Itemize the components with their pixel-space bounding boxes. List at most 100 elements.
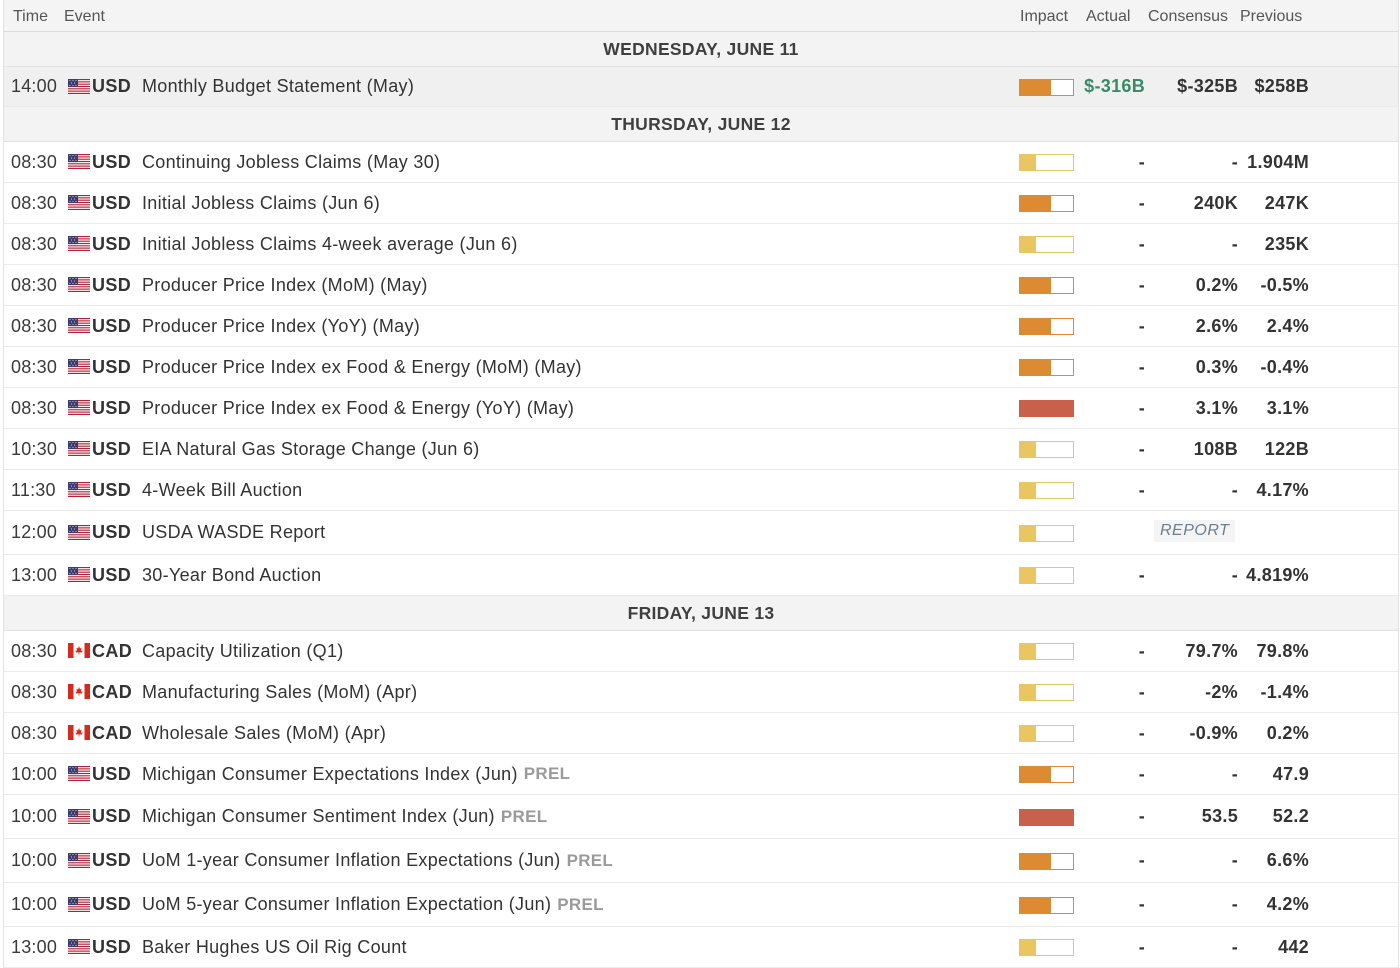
us-flag-icon	[68, 482, 90, 497]
event-name-cell[interactable]: Continuing Jobless Claims (May 30)	[142, 142, 440, 182]
header-actual[interactable]: Actual	[1086, 8, 1130, 26]
event-name-cell[interactable]: UoM 5-year Consumer Inflation Expectatio…	[142, 883, 604, 926]
event-name[interactable]: Baker Hughes US Oil Rig Count	[142, 937, 407, 958]
event-name[interactable]: 4-Week Bill Auction	[142, 480, 302, 501]
actual-value: -	[1138, 564, 1145, 585]
consensus-value: $-325B	[1177, 76, 1238, 96]
event-currency: USD	[92, 936, 132, 957]
event-name-cell[interactable]: EIA Natural Gas Storage Change (Jun 6)	[142, 429, 480, 469]
consensus-value: -	[1231, 936, 1238, 957]
event-row[interactable]: 08:30 USD Initial Jobless Claims (Jun 6) - 2…	[4, 183, 1398, 224]
event-name-cell[interactable]: Producer Price Index ex Food & Energy (Y…	[142, 388, 574, 428]
event-time: 08:30	[11, 315, 58, 336]
event-row[interactable]: 10:00 USD Michigan Consumer Sentiment Inde…	[4, 795, 1398, 839]
event-name-cell[interactable]: Producer Price Index (YoY) (May)	[142, 306, 420, 346]
header-consensus[interactable]: Consensus	[1148, 8, 1228, 26]
actual-value: -	[1138, 438, 1145, 459]
event-row[interactable]: 14:00 USD Monthly Budget Statement (May) $-…	[4, 67, 1398, 107]
event-time: 10:00	[11, 894, 58, 914]
report-link[interactable]: REPORT	[1154, 520, 1236, 542]
event-name-cell[interactable]: Capacity Utilization (Q1)	[142, 631, 344, 671]
event-name[interactable]: 30-Year Bond Auction	[142, 565, 321, 586]
event-currency: CAD	[92, 681, 133, 702]
event-name[interactable]: Michigan Consumer Expectations Index (Ju…	[142, 764, 518, 785]
event-row[interactable]: 08:30 CAD Wholesale Sales (MoM) (Apr) - -0.9…	[4, 713, 1398, 754]
us-flag-icon	[68, 359, 90, 374]
us-flag-icon	[68, 195, 90, 210]
consensus-value: -0.9%	[1189, 722, 1238, 743]
header-impact[interactable]: Impact	[1020, 8, 1068, 26]
event-row[interactable]: 08:30 USD Producer Price Index (YoY) (May)…	[4, 306, 1398, 347]
previous-value: 3.1%	[1266, 397, 1309, 418]
event-row[interactable]: 08:30 USD Producer Price Index ex Food & E…	[4, 388, 1398, 429]
event-name-cell[interactable]: Wholesale Sales (MoM) (Apr)	[142, 713, 386, 753]
event-name[interactable]: Initial Jobless Claims (Jun 6)	[142, 193, 380, 214]
event-row[interactable]: 13:00 USD Baker Hughes US Oil Rig Count - - 4…	[4, 927, 1398, 968]
event-name-cell[interactable]: 4-Week Bill Auction	[142, 470, 302, 510]
event-name[interactable]: Michigan Consumer Sentiment Index (Jun)	[142, 806, 495, 827]
event-currency: USD	[92, 564, 132, 585]
event-row[interactable]: 10:00 USD UoM 1-year Consumer Inflation Ex…	[4, 839, 1398, 883]
event-name-cell[interactable]: Monthly Budget Statement (May)	[142, 67, 414, 106]
header-event[interactable]: Event	[64, 8, 105, 26]
event-currency: USD	[92, 522, 132, 542]
event-currency: USD	[92, 894, 132, 914]
event-name[interactable]: Capacity Utilization (Q1)	[142, 641, 344, 662]
event-name[interactable]: Producer Price Index (MoM) (May)	[142, 275, 428, 296]
header-previous[interactable]: Previous	[1240, 8, 1302, 26]
event-name-cell[interactable]: Michigan Consumer Expectations Index (Ju…	[142, 754, 570, 794]
event-name-cell[interactable]: 30-Year Bond Auction	[142, 555, 321, 595]
event-row[interactable]: 13:00 USD 30-Year Bond Auction - -4.819%	[4, 555, 1398, 596]
event-name[interactable]: Producer Price Index ex Food & Energy (Y…	[142, 398, 574, 419]
impact-meter-fill	[1020, 360, 1051, 375]
event-name[interactable]: UoM 1-year Consumer Inflation Expectatio…	[142, 850, 561, 871]
event-name[interactable]: Initial Jobless Claims 4-week average (J…	[142, 234, 518, 255]
event-name-cell[interactable]: Initial Jobless Claims (Jun 6)	[142, 183, 380, 223]
actual-value: -	[1138, 274, 1145, 295]
impact-meter-fill	[1020, 767, 1051, 782]
event-row[interactable]: 12:00 USD USDA WASDE Report REPORT	[4, 511, 1398, 555]
event-name-cell[interactable]: Producer Price Index (MoM) (May)	[142, 265, 428, 305]
event-name-cell[interactable]: UoM 1-year Consumer Inflation Expectatio…	[142, 839, 613, 882]
event-name[interactable]: Wholesale Sales (MoM) (Apr)	[142, 723, 386, 744]
event-time: 08:30	[11, 151, 58, 172]
event-name[interactable]: USDA WASDE Report	[142, 522, 325, 543]
event-row[interactable]: 08:30 CAD Manufacturing Sales (MoM) (Apr) -…	[4, 672, 1398, 713]
event-row[interactable]: 08:30 CAD Capacity Utilization (Q1) - 79.7% 7…	[4, 631, 1398, 672]
event-name[interactable]: EIA Natural Gas Storage Change (Jun 6)	[142, 439, 480, 460]
event-name[interactable]: Manufacturing Sales (MoM) (Apr)	[142, 682, 417, 703]
event-name-cell[interactable]: Initial Jobless Claims 4-week average (J…	[142, 224, 518, 264]
event-row[interactable]: 10:30 USD EIA Natural Gas Storage Change (…	[4, 429, 1398, 470]
actual-value: -	[1138, 850, 1145, 870]
event-name-cell[interactable]: Manufacturing Sales (MoM) (Apr)	[142, 672, 417, 712]
event-name-cell[interactable]: Producer Price Index ex Food & Energy (M…	[142, 347, 582, 387]
event-name[interactable]: Producer Price Index ex Food & Energy (M…	[142, 357, 582, 378]
event-row[interactable]: 11:30 USD 4-Week Bill Auction - -4.17%	[4, 470, 1398, 511]
event-row[interactable]: 08:30 USD Producer Price Index ex Food & E…	[4, 347, 1398, 388]
previous-value: 0.2%	[1266, 722, 1309, 743]
event-row[interactable]: 08:30 USD Producer Price Index (MoM) (May)…	[4, 265, 1398, 306]
impact-meter-fill	[1020, 940, 1036, 955]
day-header: WEDNESDAY, JUNE 11	[4, 32, 1398, 67]
event-name[interactable]: Continuing Jobless Claims (May 30)	[142, 152, 440, 173]
actual-value: -	[1138, 640, 1145, 661]
event-currency: USD	[92, 479, 132, 500]
event-name-cell[interactable]: USDA WASDE Report	[142, 511, 325, 554]
us-flag-icon	[68, 154, 90, 169]
event-name[interactable]: Monthly Budget Statement (May)	[142, 76, 414, 97]
event-time: 14:00	[11, 76, 58, 96]
event-row[interactable]: 10:00 USD Michigan Consumer Expectations I…	[4, 754, 1398, 795]
canada-flag-icon	[68, 725, 90, 740]
event-row[interactable]: 08:30 USD Continuing Jobless Claims (May 3…	[4, 142, 1398, 183]
event-time: 13:00	[11, 936, 58, 957]
actual-value: -	[1138, 151, 1145, 172]
previous-value: 247K	[1264, 192, 1309, 213]
event-name-cell[interactable]: Michigan Consumer Sentiment Index (Jun) P…	[142, 795, 547, 838]
event-name[interactable]: UoM 5-year Consumer Inflation Expectatio…	[142, 894, 551, 915]
consensus-value: -	[1231, 233, 1238, 254]
event-row[interactable]: 10:00 USD UoM 5-year Consumer Inflation Ex…	[4, 883, 1398, 927]
event-name-cell[interactable]: Baker Hughes US Oil Rig Count	[142, 927, 407, 967]
event-row[interactable]: 08:30 USD Initial Jobless Claims 4-week av…	[4, 224, 1398, 265]
event-name[interactable]: Producer Price Index (YoY) (May)	[142, 316, 420, 337]
header-time[interactable]: Time	[13, 8, 48, 26]
